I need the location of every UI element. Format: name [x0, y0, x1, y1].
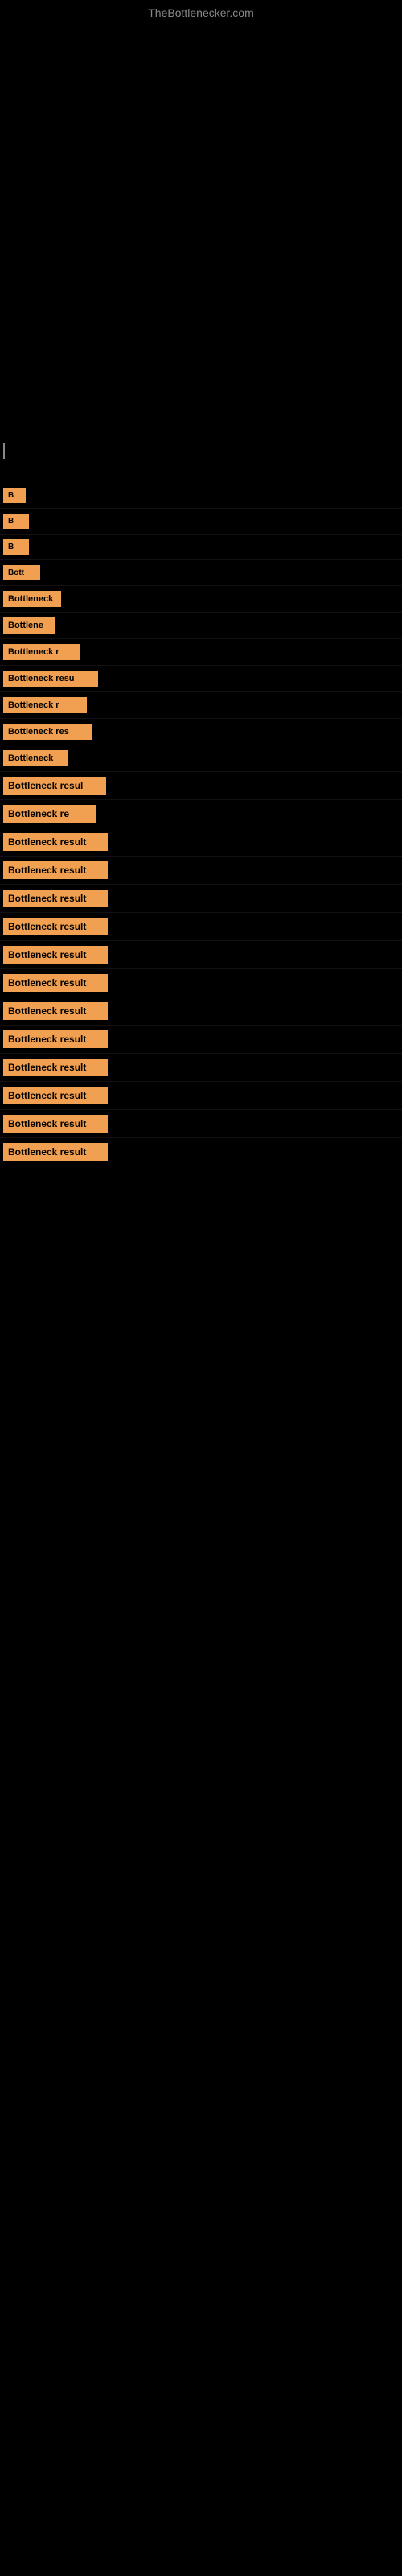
list-item: Bottleneck result — [0, 969, 402, 997]
list-item: Bottleneck result — [0, 1138, 402, 1166]
bottleneck-result-label[interactable]: B — [3, 514, 29, 529]
bottleneck-result-label[interactable]: Bottleneck result — [3, 918, 108, 935]
list-item: Bottleneck result — [0, 913, 402, 941]
bottleneck-result-label[interactable]: Bottleneck result — [3, 833, 108, 851]
list-item: Bottleneck result — [0, 885, 402, 913]
bottleneck-result-label[interactable]: Bottleneck result — [3, 1002, 108, 1020]
bottleneck-result-label[interactable]: Bottleneck result — [3, 861, 108, 879]
list-item: Bottleneck result — [0, 1110, 402, 1138]
list-item: Bottleneck result — [0, 1054, 402, 1082]
list-item: Bottleneck result — [0, 941, 402, 969]
bottleneck-result-label[interactable]: Bottleneck result — [3, 1059, 108, 1076]
bottleneck-result-label[interactable]: B — [3, 539, 29, 555]
list-item: Bottleneck res — [0, 719, 402, 745]
bottleneck-result-label[interactable]: Bottleneck — [3, 591, 61, 607]
bottleneck-result-label[interactable]: Bottleneck result — [3, 1143, 108, 1161]
list-item: B — [0, 483, 402, 509]
list-item: Bottleneck result — [0, 1082, 402, 1110]
list-item: Bottleneck resu — [0, 666, 402, 692]
bottleneck-result-label[interactable]: B — [3, 488, 26, 503]
list-item: Bottleneck result — [0, 857, 402, 885]
list-item: B — [0, 509, 402, 535]
list-item: Bottleneck result — [0, 997, 402, 1026]
bottleneck-result-label[interactable]: Bottleneck resu — [3, 671, 98, 687]
bottleneck-result-label[interactable]: Bottlene — [3, 617, 55, 634]
bottleneck-result-label[interactable]: Bottleneck result — [3, 1087, 108, 1104]
bottleneck-result-label[interactable]: Bottleneck res — [3, 724, 92, 740]
bottleneck-result-label[interactable]: Bottleneck result — [3, 1030, 108, 1048]
bottleneck-result-label[interactable]: Bottleneck r — [3, 644, 80, 660]
bottleneck-result-label[interactable]: Bottleneck result — [3, 1115, 108, 1133]
list-item: Bottleneck r — [0, 692, 402, 719]
list-item: B — [0, 535, 402, 560]
bottleneck-result-label[interactable]: Bottleneck — [3, 750, 68, 766]
list-item: Bottleneck re — [0, 800, 402, 828]
vertical-bar — [3, 443, 5, 459]
list-item: Bottleneck result — [0, 1026, 402, 1054]
bottleneck-result-label[interactable]: Bottleneck result — [3, 890, 108, 907]
site-title: TheBottlenecker.com — [148, 6, 254, 19]
list-item: Bottleneck — [0, 745, 402, 772]
list-item: Bottleneck result — [0, 828, 402, 857]
bottleneck-result-label[interactable]: Bottleneck resul — [3, 777, 106, 795]
list-item: Bottlene — [0, 613, 402, 639]
bottleneck-result-label[interactable]: Bottleneck result — [3, 946, 108, 964]
list-item: Bottleneck r — [0, 639, 402, 666]
list-item: Bottleneck resul — [0, 772, 402, 800]
result-items-container: BBBBottBottleneckBottleneBottleneck rBot… — [0, 483, 402, 1166]
bottleneck-result-label[interactable]: Bott — [3, 565, 40, 580]
bottleneck-result-label[interactable]: Bottleneck re — [3, 805, 96, 823]
list-item: Bottleneck — [0, 586, 402, 613]
list-item: Bott — [0, 560, 402, 586]
bottleneck-result-label[interactable]: Bottleneck r — [3, 697, 87, 713]
bottleneck-result-label[interactable]: Bottleneck result — [3, 974, 108, 992]
